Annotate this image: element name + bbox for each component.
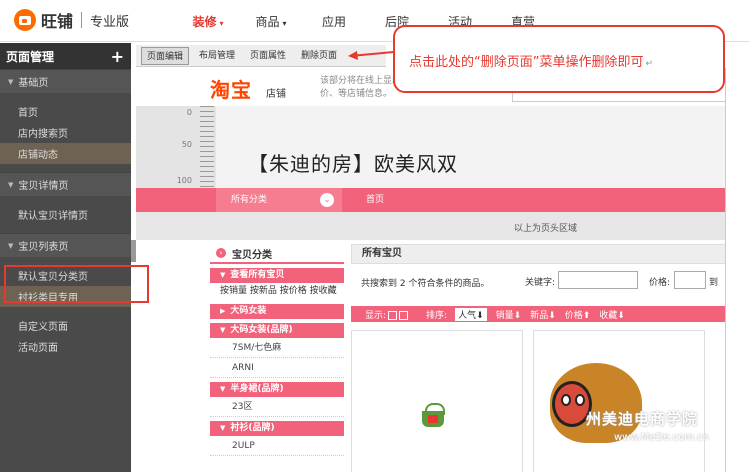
arrow-right-icon: ▶ bbox=[220, 307, 226, 315]
collapse-triangle-icon: ▼ bbox=[220, 326, 226, 334]
taobao-logo: 淘宝 bbox=[210, 78, 252, 102]
sidebar-header: 页面管理 + bbox=[0, 43, 131, 69]
sort-popularity[interactable]: 人气⬇ bbox=[455, 307, 487, 321]
sidebar-title: 页面管理 bbox=[6, 49, 55, 64]
highlight-box bbox=[4, 265, 149, 303]
view-toggle: 显示: bbox=[365, 308, 409, 321]
shop-navbar: 所有分类 ⌄ 首页 bbox=[136, 188, 725, 212]
ruler-label: 50 bbox=[181, 140, 192, 149]
page-management-sidebar: 页面管理 + ▼ 基础页 首页 店内搜索页 店铺动态 ▼ 宝贝详情页 默认宝贝详情页… bbox=[0, 43, 131, 472]
keyword-input[interactable] bbox=[558, 271, 638, 289]
price-min-input[interactable] bbox=[674, 271, 706, 289]
ruler-ticks bbox=[200, 106, 214, 188]
product-grid bbox=[351, 322, 725, 472]
category-sub-item[interactable]: 7SM/七色麻 bbox=[210, 338, 344, 358]
wangpu-logo-icon bbox=[14, 9, 36, 31]
header-zone-divider: 以上为页头区域 bbox=[136, 212, 725, 240]
add-page-button[interactable]: + bbox=[111, 47, 124, 66]
collapse-triangle-icon: ▼ bbox=[8, 180, 14, 189]
category-plus-size-brand[interactable]: ▼ 大码女装(品牌) bbox=[210, 323, 344, 338]
nav-apps[interactable]: 应用 bbox=[304, 13, 364, 30]
collapse-triangle-icon: ▼ bbox=[220, 385, 226, 393]
product-card[interactable] bbox=[351, 330, 523, 472]
chevron-down-icon: ▾ bbox=[282, 18, 287, 28]
product-card[interactable] bbox=[533, 330, 705, 472]
page-properties-button[interactable]: 页面属性 bbox=[245, 47, 291, 65]
category-plus-size[interactable]: ▶ 大码女装 bbox=[210, 304, 344, 319]
sidebar-group-list[interactable]: ▼ 宝贝列表页 bbox=[0, 233, 131, 257]
category-sort-links[interactable]: 按销量 按新品 按价格 按收藏 bbox=[210, 283, 344, 300]
category-sub-item[interactable]: 2ULP bbox=[210, 436, 344, 456]
toy-product-image bbox=[550, 363, 642, 443]
sidebar-item-activity-page[interactable]: 活动页面 bbox=[0, 336, 131, 357]
sidebar-item-search[interactable]: 店内搜索页 bbox=[0, 122, 131, 143]
sidebar-item-home[interactable]: 首页 bbox=[0, 101, 131, 122]
sidebar-group-basic[interactable]: ▼ 基础页 bbox=[0, 69, 131, 93]
vertical-ruler: 0 50 100 bbox=[136, 106, 216, 188]
collapse-triangle-icon: ▼ bbox=[8, 241, 14, 250]
item-search-row: 共搜索到 2 个符合条件的商品。 关键字: 价格: 到 bbox=[351, 264, 725, 300]
delete-page-button[interactable]: 删除页面 bbox=[296, 47, 342, 65]
header-zone-label: 以上为页头区域 bbox=[514, 224, 578, 234]
logo-text: 旺铺 bbox=[41, 12, 74, 31]
ruler-label: 100 bbox=[176, 176, 192, 185]
collapse-triangle-icon: ▼ bbox=[220, 271, 226, 279]
sidebar-item-custom-page[interactable]: 自定义页面 bbox=[0, 315, 131, 336]
callout-text: 点击此处的“删除页面”菜单操作删除即可 ↵ bbox=[409, 55, 654, 70]
basket-product-image bbox=[422, 403, 445, 427]
grid-view-icon[interactable] bbox=[399, 310, 409, 320]
collapse-triangle-icon: ▼ bbox=[220, 424, 226, 432]
sidebar-item-dynamic[interactable]: 店铺动态 bbox=[0, 143, 131, 164]
chevron-down-icon: ▾ bbox=[219, 18, 224, 28]
banner-title: 【朱迪的房】欧美风双 bbox=[248, 152, 458, 176]
category-module: › 宝贝分类 ▼ 查看所有宝贝 按销量 按新品 按价格 按收藏 ▶ 大码女装 ▼ 大码… bbox=[210, 244, 344, 472]
chevron-down-icon[interactable]: ⌄ bbox=[320, 193, 334, 207]
nav-goods[interactable]: 商品 ▾ bbox=[241, 13, 301, 30]
sort-new[interactable]: 新品⬇ bbox=[530, 308, 556, 321]
edition-label: 专业版 bbox=[90, 14, 130, 30]
nav-home-link[interactable]: 首页 bbox=[366, 188, 384, 212]
taobao-logo-sub: 店铺 bbox=[266, 89, 286, 100]
instruction-callout: 点击此处的“删除页面”菜单操作删除即可 ↵ bbox=[393, 25, 725, 93]
all-items-title: 所有宝贝 bbox=[351, 244, 725, 264]
price-to-label: 到 bbox=[709, 278, 719, 288]
layout-manage-button[interactable]: 布局管理 bbox=[194, 47, 240, 65]
list-view-icon[interactable] bbox=[388, 310, 398, 320]
sidebar-item-default-detail[interactable]: 默认宝贝详情页 bbox=[0, 204, 131, 225]
watermark-text: 州美迪电商学院 bbox=[586, 410, 699, 428]
logo[interactable]: 旺铺 专业版 bbox=[14, 8, 129, 32]
ruler-label: 0 bbox=[186, 108, 192, 117]
arrow-right-icon: › bbox=[216, 248, 226, 258]
sort-sales[interactable]: 销量⬇ bbox=[496, 308, 522, 321]
search-result-count: 共搜索到 2 个符合条件的商品。 bbox=[361, 279, 490, 289]
price-label: 价格: bbox=[649, 278, 671, 288]
category-sub-item[interactable]: 23区 bbox=[210, 397, 344, 417]
sort-bar: 显示: 排序: 人气⬇ 销量⬇ 新品⬇ 价格⬆ 收藏⬇ bbox=[351, 306, 725, 322]
category-title: › 宝贝分类 bbox=[210, 244, 344, 264]
nav-decorate[interactable]: 装修 ▾ bbox=[178, 13, 238, 30]
page-edit-button[interactable]: 页面编辑 bbox=[141, 46, 190, 65]
sort-label: 排序: bbox=[426, 310, 448, 321]
callout-arrow-icon bbox=[348, 51, 395, 60]
shop-banner[interactable]: 【朱迪的房】欧美风双 bbox=[216, 106, 725, 188]
category-sub-item[interactable]: ARNI bbox=[210, 358, 344, 378]
category-shirt-brand[interactable]: ▼ 衬衫(品牌) bbox=[210, 421, 344, 436]
category-skirt-brand[interactable]: ▼ 半身裙(品牌) bbox=[210, 382, 344, 397]
logo-divider bbox=[81, 12, 83, 28]
category-all-items[interactable]: ▼ 查看所有宝贝 bbox=[210, 268, 344, 283]
sort-price[interactable]: 价格⬆ bbox=[565, 308, 591, 321]
keyword-label: 关键字: bbox=[525, 278, 556, 288]
watermark-url: www.MeDe.com.cn bbox=[614, 432, 709, 443]
sidebar-group-detail[interactable]: ▼ 宝贝详情页 bbox=[0, 172, 131, 196]
collapse-triangle-icon: ▼ bbox=[8, 77, 14, 86]
all-categories-tab[interactable]: 所有分类 ⌄ bbox=[216, 188, 342, 212]
sort-favorites[interactable]: 收藏⬇ bbox=[599, 308, 625, 321]
